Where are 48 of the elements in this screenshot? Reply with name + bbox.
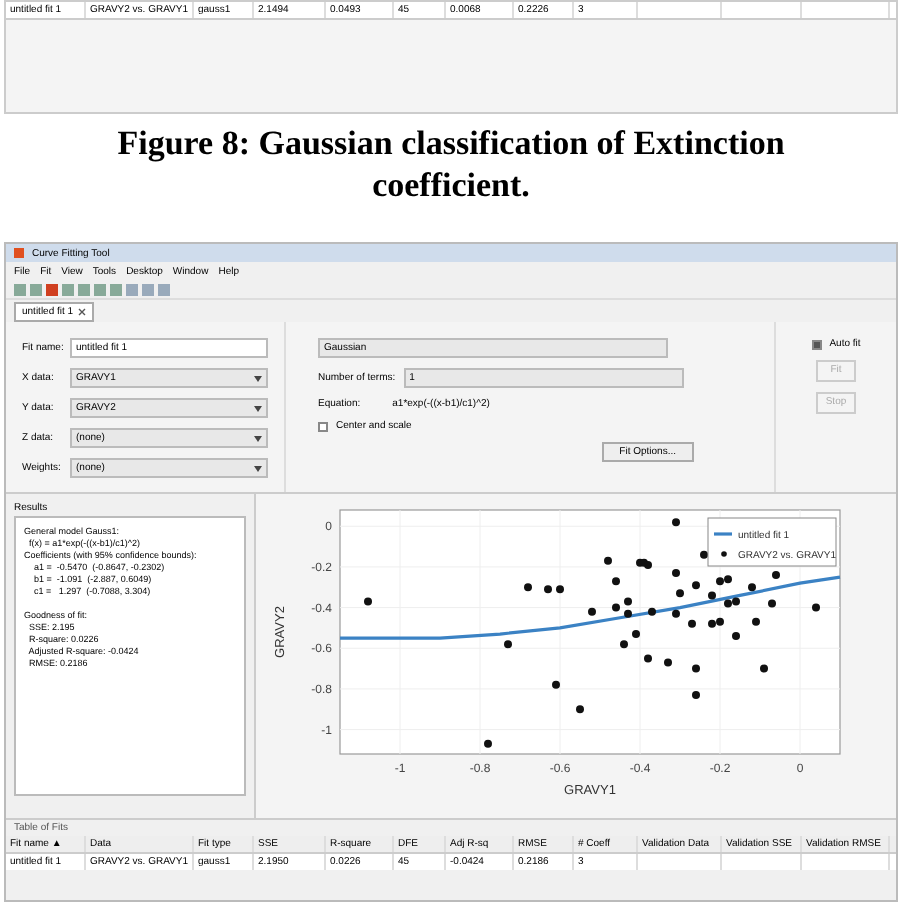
data-point	[612, 577, 620, 586]
legend-box	[707, 517, 837, 567]
close-icon[interactable]	[77, 308, 86, 316]
legend-dot-icon	[721, 551, 727, 557]
data-point	[700, 550, 708, 559]
data-point	[772, 571, 780, 580]
checkbox[interactable]	[811, 339, 822, 349]
legend-line-icon	[714, 532, 732, 536]
data-point	[632, 630, 640, 639]
data-point	[604, 556, 612, 565]
data-point	[672, 569, 680, 578]
data-point	[812, 603, 820, 612]
figure-caption: Figure 8: Gaussian classification of Extinction coefficient.	[115, 122, 787, 208]
data-point	[524, 583, 532, 592]
data-point	[576, 705, 584, 714]
data-point	[672, 609, 680, 618]
dropdown-arrow-icon	[254, 465, 262, 471]
data-point	[556, 585, 564, 594]
dropdown-arrow-icon	[254, 405, 262, 411]
data-point	[688, 619, 696, 628]
data-point	[732, 632, 740, 641]
checkbox[interactable]	[318, 421, 328, 431]
data-point	[676, 589, 684, 598]
data-point	[364, 597, 372, 606]
data-point	[692, 664, 700, 673]
data-point	[544, 585, 552, 594]
data-point	[624, 609, 632, 618]
data-point	[692, 581, 700, 590]
app-icon	[14, 248, 24, 258]
data-point	[648, 607, 656, 616]
data-point	[664, 658, 672, 667]
data-point	[588, 607, 596, 616]
data-point	[708, 591, 716, 600]
dropdown-arrow-icon	[254, 435, 262, 441]
data-point	[644, 654, 652, 663]
dropdown-arrow-icon	[254, 375, 262, 381]
data-point	[624, 597, 632, 606]
data-point	[612, 603, 620, 612]
data-point	[504, 640, 512, 649]
data-point	[752, 617, 760, 626]
data-point	[672, 518, 680, 527]
data-point	[620, 640, 628, 649]
data-point	[760, 664, 768, 673]
data-point	[692, 691, 700, 700]
data-point	[484, 739, 492, 748]
data-point	[748, 583, 756, 592]
data-point	[768, 599, 776, 608]
data-point	[552, 680, 560, 689]
